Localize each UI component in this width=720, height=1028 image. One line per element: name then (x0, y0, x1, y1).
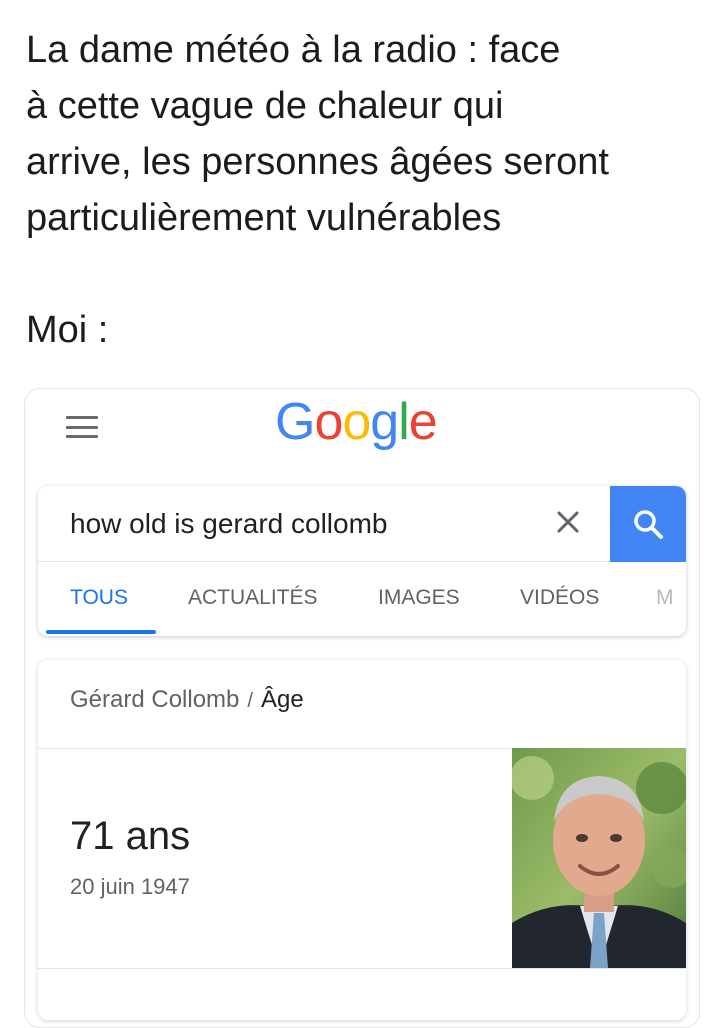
logo-letter: l (398, 393, 410, 451)
close-icon[interactable] (554, 508, 582, 536)
age-value: 71 ans (70, 814, 191, 858)
menu-icon[interactable] (66, 416, 98, 438)
tab-images[interactable]: IMAGES (378, 586, 460, 610)
birth-date: 20 juin 1947 (70, 874, 190, 899)
tab-more[interactable]: M (656, 586, 674, 610)
tab-tous[interactable]: TOUS (70, 586, 128, 610)
breadcrumb-entity[interactable]: Gérard Collomb (70, 686, 239, 713)
active-tab-indicator (46, 630, 156, 634)
tab-videos[interactable]: VIDÉOS (520, 586, 599, 610)
tab-actualites[interactable]: ACTUALITÉS (188, 586, 318, 610)
search-icon (634, 510, 663, 539)
search-tabs: TOUS ACTUALITÉS IMAGES VIDÉOS M (38, 562, 686, 636)
logo-letter: g (370, 393, 399, 451)
search-input[interactable]: how old is gerard collomb (70, 508, 388, 540)
logo-letter: o (314, 393, 343, 451)
knowledge-card: Gérard Collomb / Âge 71 ans 20 juin 1947 (38, 660, 686, 1020)
search-button[interactable] (610, 486, 686, 562)
breadcrumb-attribute: Âge (260, 686, 304, 713)
portrait-photo[interactable] (512, 748, 686, 968)
logo-letter: e (408, 393, 438, 451)
search-panel: how old is gerard collomb TOUS ACTUALITÉ… (38, 486, 686, 636)
search-bar: how old is gerard collomb (38, 486, 686, 562)
caption-line: à cette vague de chaleur qui (26, 85, 504, 127)
meme-caption: La dame météo à la radio : face à cette … (26, 22, 706, 246)
caption-line: particulièrement vulnérables (26, 197, 502, 239)
breadcrumb-separator: / (247, 690, 253, 712)
caption-line: La dame météo à la radio : face (26, 29, 561, 71)
logo-letter: G (275, 393, 315, 451)
logo-letter: o (342, 393, 371, 451)
breadcrumb: Gérard Collomb / Âge (70, 686, 304, 714)
reply-caption: Moi : (26, 309, 109, 351)
divider (38, 968, 686, 969)
caption-line: arrive, les personnes âgées seront (26, 141, 609, 183)
google-logo[interactable]: Google (275, 392, 438, 452)
